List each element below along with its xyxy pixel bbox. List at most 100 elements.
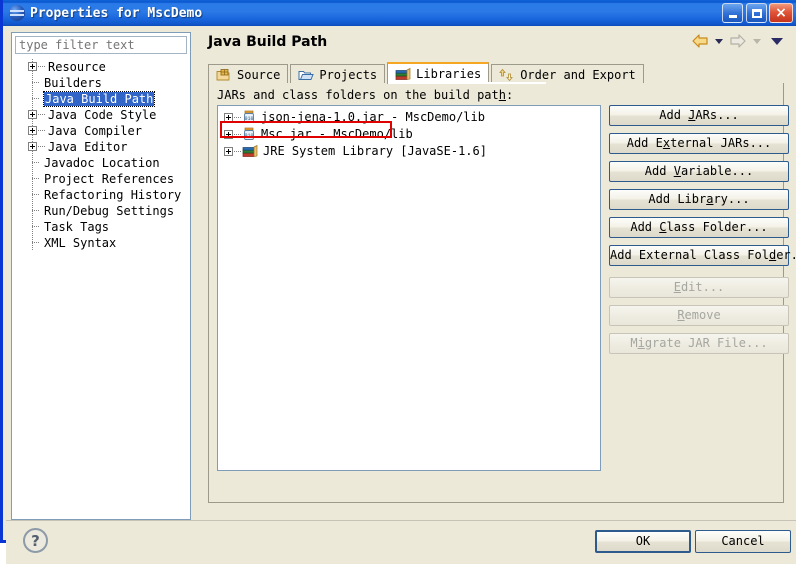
books-icon — [242, 144, 258, 158]
button-label-post: lass Folder... — [666, 220, 768, 234]
ok-button[interactable]: OK — [595, 530, 691, 553]
sidebar-item-label: Project References — [44, 172, 175, 186]
button-mnemonic: R — [677, 308, 685, 322]
caption-text-before: JARs and class folders on the build pat — [217, 88, 499, 102]
tree-guide-line — [32, 235, 33, 251]
add-external-class-folder-button[interactable]: Add External Class Folder... — [609, 245, 796, 266]
cancel-button[interactable]: Cancel — [695, 530, 791, 553]
tree-guide-line — [32, 171, 33, 187]
expand-plus-icon[interactable] — [224, 129, 233, 139]
svg-text:010: 010 — [244, 133, 253, 139]
tree-dots — [38, 66, 45, 67]
filter-input[interactable] — [15, 36, 187, 54]
add-library-button[interactable]: Add Library... — [609, 189, 789, 210]
sidebar-item-javadoc-location[interactable]: Javadoc Location — [12, 155, 190, 171]
jar-list-item[interactable]: JRE System Library [JavaSE-1.6] — [218, 143, 600, 159]
button-label-pre: Add Libr — [648, 192, 707, 206]
sidebar-item-java-editor[interactable]: Java Editor — [12, 139, 190, 155]
sidebar-item-refactoring-history[interactable]: Refactoring History — [12, 187, 190, 203]
page-title: Java Build Path — [208, 34, 328, 50]
close-button[interactable]: × — [769, 3, 793, 23]
sidebar-item-project-references[interactable]: Project References — [12, 171, 190, 187]
page-pane: Java Build Path Source Projects Librarie… — [194, 26, 796, 520]
tree-dots — [234, 150, 241, 152]
jar-list-item[interactable]: 010 Msc.jar - MscDemo/lib — [218, 126, 600, 142]
tree-dots — [234, 133, 241, 135]
button-mnemonic: i — [637, 336, 645, 350]
button-label-post: emove — [684, 308, 721, 322]
help-question-icon[interactable]: ? — [23, 528, 48, 553]
button-mnemonic: E — [673, 280, 681, 294]
expand-plus-icon[interactable] — [28, 142, 37, 151]
eclipse-globe-icon — [9, 5, 25, 21]
sidebar-item-run-debug-settings[interactable]: Run/Debug Settings — [12, 203, 190, 219]
dialog-client-area: ResourceBuildersJava Build PathJava Code… — [6, 26, 796, 564]
sidebar-item-label: Javadoc Location — [44, 156, 160, 170]
library-action-buttons: Add JARs... Add External JARs... Add Varia… — [609, 105, 796, 361]
button-label-post: er... — [776, 248, 796, 262]
add-variable-button[interactable]: Add Variable... — [609, 161, 789, 182]
tree-dots — [32, 178, 40, 179]
list-caption: JARs and class folders on the build path… — [217, 88, 513, 102]
sidebar-item-java-compiler[interactable]: Java Compiler — [12, 123, 190, 139]
tab-label: Order and Export — [520, 67, 636, 82]
sidebar-item-resource[interactable]: Resource — [12, 59, 190, 75]
button-label-post: ry... — [713, 192, 750, 206]
navigation-controls — [691, 34, 783, 48]
tree-dots — [38, 114, 45, 115]
tab-libraries[interactable]: Libraries — [387, 62, 490, 84]
button-label-post: dit... — [680, 280, 725, 294]
sidebar-item-label: Run/Debug Settings — [44, 204, 175, 218]
button-label-pre: Add E — [626, 136, 663, 150]
window-title: Properties for MscDemo — [30, 5, 203, 21]
add-jars-button[interactable]: Add JARs... — [609, 105, 789, 126]
jar-list-item-label: Msc.jar - MscDemo/lib — [261, 127, 413, 141]
sidebar-item-java-code-style[interactable]: Java Code Style — [12, 107, 190, 123]
expand-plus-icon[interactable] — [224, 146, 233, 156]
build-path-tabs: Source Projects Libraries Order and Export — [208, 62, 784, 84]
expand-plus-icon[interactable] — [28, 126, 37, 135]
sidebar-item-builders[interactable]: Builders — [12, 75, 190, 91]
button-label-pre: Add — [630, 220, 660, 234]
sidebar-item-java-build-path[interactable]: Java Build Path — [12, 91, 190, 107]
add-class-folder-button[interactable]: Add Class Folder... — [609, 217, 789, 238]
forward-history-dropdown-icon — [753, 38, 761, 44]
sidebar-item-xml-syntax[interactable]: XML Syntax — [12, 235, 190, 251]
title-bar[interactable]: Properties for MscDemo × — [3, 0, 796, 26]
expand-plus-icon[interactable] — [224, 112, 233, 122]
tab-source[interactable]: Source — [208, 64, 289, 84]
back-history-dropdown-icon[interactable] — [715, 38, 723, 44]
source-folder-icon — [216, 68, 232, 82]
sidebar-item-label: Builders — [44, 76, 102, 90]
minimize-button[interactable] — [722, 3, 743, 23]
expand-plus-icon[interactable] — [28, 62, 37, 71]
jar-list[interactable]: 010 json-jena-1.0.jar - MscDemo/lib 010 Msc… — [217, 105, 601, 471]
libraries-tab-panel: JARs and class folders on the build path… — [208, 83, 796, 503]
sidebar-item-label: Task Tags — [44, 220, 110, 234]
caption-text-after: : — [506, 88, 514, 102]
jar-icon: 010 — [242, 110, 256, 124]
sidebar-item-label: XML Syntax — [44, 236, 117, 250]
close-icon: × — [775, 5, 787, 21]
add-external-jars-button[interactable]: Add External JARs... — [609, 133, 789, 154]
tab-order-and-export[interactable]: Order and Export — [491, 64, 644, 84]
button-label-pre: M — [630, 336, 638, 350]
expand-plus-icon[interactable] — [28, 110, 37, 119]
active-tab-seam — [439, 82, 546, 84]
tab-label: Source — [237, 67, 281, 82]
back-arrow-icon[interactable] — [691, 34, 709, 48]
sidebar-item-task-tags[interactable]: Task Tags — [12, 219, 190, 235]
button-label-pre: Add — [659, 108, 689, 122]
caption-mnemonic: h — [498, 88, 506, 102]
sidebar-item-label: Java Compiler — [48, 124, 142, 138]
jar-list-item-label: json-jena-1.0.jar - MscDemo/lib — [261, 110, 485, 124]
maximize-button[interactable] — [746, 3, 767, 23]
sidebar-item-label: Java Editor — [48, 140, 128, 154]
minimize-icon — [728, 14, 737, 18]
view-menu-icon[interactable] — [771, 37, 783, 45]
projects-folder-icon — [298, 68, 315, 82]
edit-button: Edit... — [609, 277, 789, 298]
tree-dots — [234, 116, 241, 118]
jar-list-item[interactable]: 010 json-jena-1.0.jar - MscDemo/lib — [218, 109, 600, 125]
tab-projects[interactable]: Projects — [290, 64, 386, 84]
